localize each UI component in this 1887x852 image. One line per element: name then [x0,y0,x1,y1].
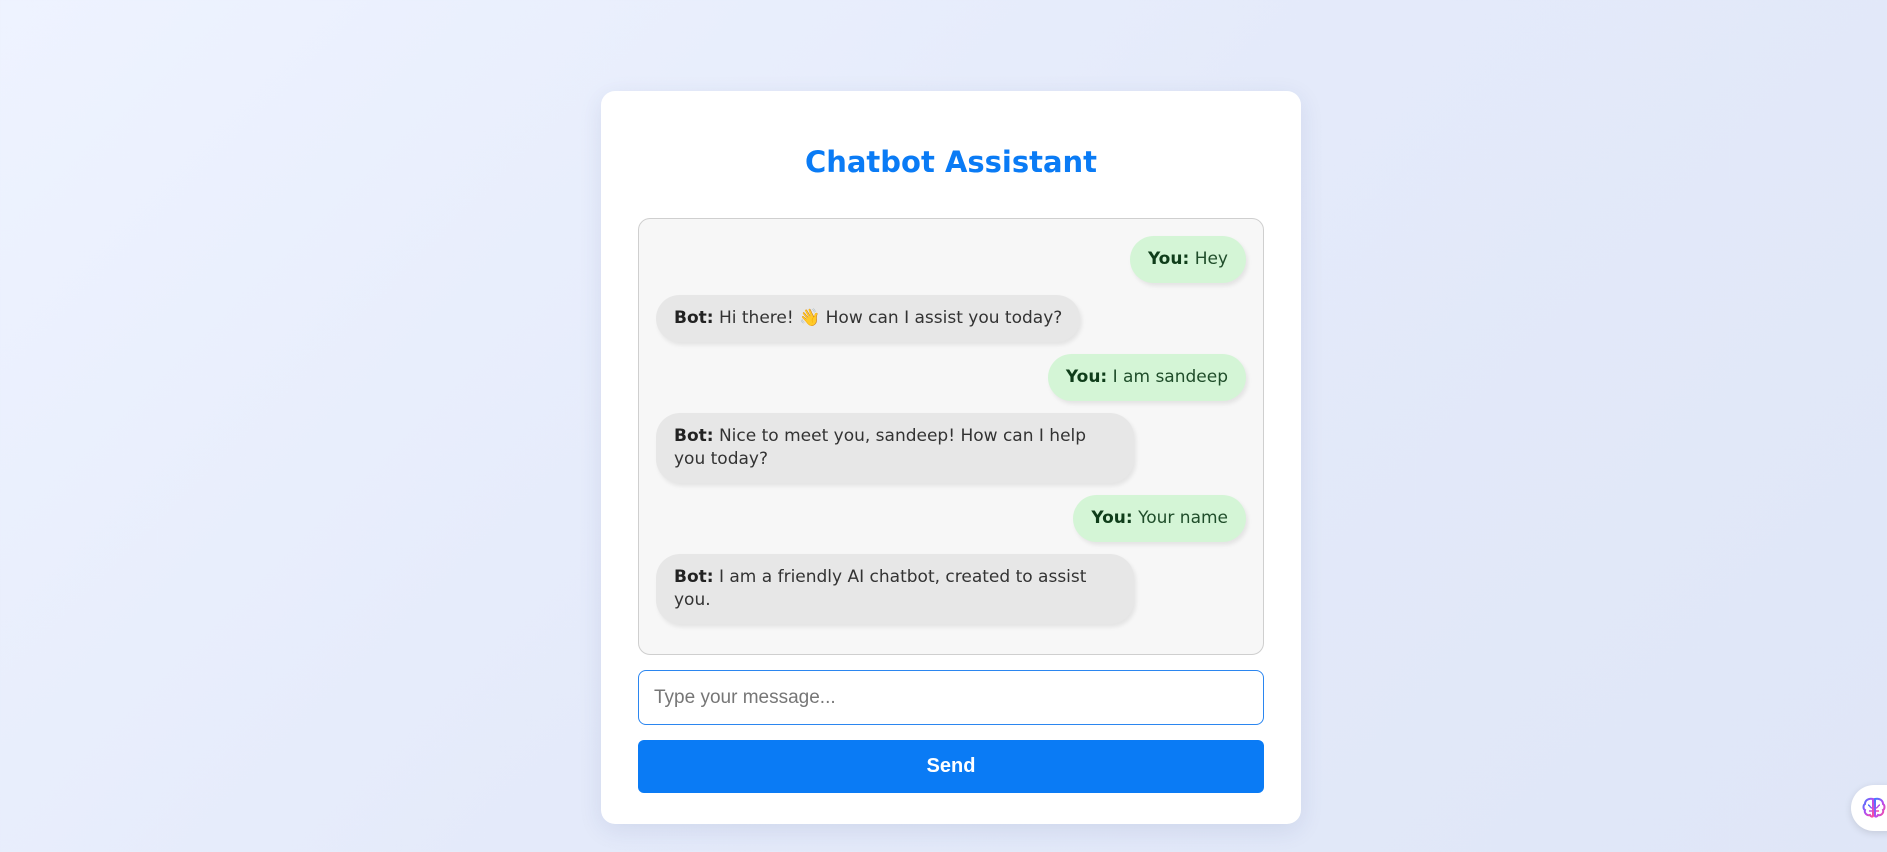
bot-message: Bot: I am a friendly AI chatbot, created… [656,554,1134,624]
message-row: Bot: I am a friendly AI chatbot, created… [656,554,1246,624]
bot-message: Bot: Hi there! 👋 How can I assist you to… [656,295,1081,342]
message-input-wrapper [638,670,1264,725]
message-input[interactable] [639,671,1263,724]
message-row: Bot: Hi there! 👋 How can I assist you to… [656,295,1246,342]
bot-message: Bot: Nice to meet you, sandeep! How can … [656,413,1134,483]
message-row: You: Your name [656,495,1246,542]
message-row: Bot: Nice to meet you, sandeep! How can … [656,413,1246,483]
speaker-label: Bot: [674,567,714,587]
message-row: You: I am sandeep [656,354,1246,401]
chat-card: Chatbot Assistant You: Hey Bot: Hi there… [601,91,1301,824]
chat-log[interactable]: You: Hey Bot: Hi there! 👋 How can I assi… [638,218,1264,655]
brain-icon [1862,797,1886,819]
message-text: I am sandeep [1112,367,1228,387]
speaker-label: You: [1147,249,1190,269]
user-message: You: Hey [1129,236,1246,283]
message-text: Nice to meet you, sandeep! How can I hel… [674,426,1087,469]
user-message: You: Your name [1073,495,1246,542]
user-message: You: I am sandeep [1047,354,1246,401]
message-row: You: Hey [656,236,1246,283]
speaker-label: Bot: [674,426,714,446]
page-title: Chatbot Assistant [804,145,1098,179]
message-text: Hi there! 👋 How can I assist you today? [718,308,1063,328]
speaker-label: You: [1065,367,1108,387]
send-button[interactable]: Send [638,740,1264,793]
message-text: Hey [1194,249,1228,269]
speaker-label: Bot: [674,308,714,328]
message-text: I am a friendly AI chatbot, created to a… [674,567,1087,610]
speaker-label: You: [1091,508,1133,528]
message-text: Your name [1138,508,1228,528]
assistant-widget-button[interactable] [1851,785,1887,831]
